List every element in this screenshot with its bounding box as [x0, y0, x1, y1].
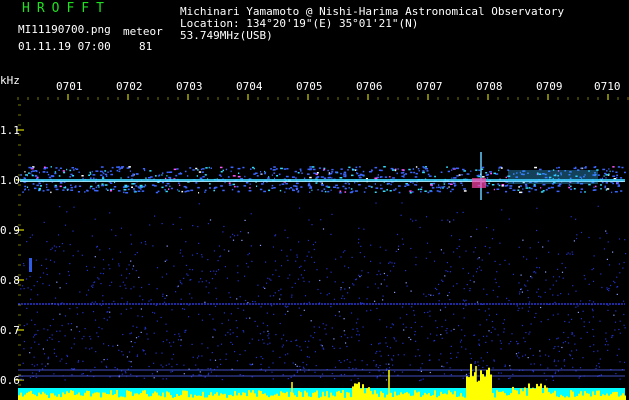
spectrogram-window: HROFFT MI11190700.png meteor 01.11.19 07…: [0, 0, 629, 400]
signal-strength-peaks: [18, 363, 626, 400]
time-tick-label: 0704: [236, 80, 263, 93]
time-tick-label: 0710: [594, 80, 621, 93]
spectrogram-plot: [16, 94, 629, 400]
time-tick-label: 0708: [476, 80, 503, 93]
time-tick-label: 0709: [536, 80, 563, 93]
frequency-tick-label: 0.6: [0, 374, 20, 387]
time-tick-label: 0706: [356, 80, 383, 93]
file-name: MI11190700.png: [18, 23, 111, 36]
time-tick-label: 0705: [296, 80, 323, 93]
observer-info: Michinari Yamamoto @ Nishi-Harima Astron…: [180, 5, 565, 18]
observation-datetime: 01.11.19 07:00: [18, 40, 111, 53]
frequency-tick-label: 1.0: [0, 174, 20, 187]
frequency-tick-label: 0.7: [0, 324, 20, 337]
time-tick-label: 0707: [416, 80, 443, 93]
meteor-echo-core: [472, 178, 486, 188]
frequency-unit-label: kHz: [0, 74, 20, 87]
time-tick-label: 0703: [176, 80, 203, 93]
frequency-info: 53.749MHz(USB): [180, 29, 273, 42]
location-info: Location: 134°20'19"(E) 35°01'21"(N): [180, 17, 419, 30]
app-brand: HROFFT: [22, 1, 111, 16]
frequency-tick-label: 1.1: [0, 124, 20, 137]
time-tick-label: 0702: [116, 80, 143, 93]
meteor-label: meteor: [123, 25, 163, 38]
meteor-count: 81: [139, 40, 153, 53]
echo-cluster: [508, 170, 598, 184]
left-echo: [29, 258, 32, 272]
time-tick-label: 0701: [56, 80, 83, 93]
frequency-tick-label: 0.8: [0, 274, 20, 287]
frequency-tick-label: 0.9: [0, 224, 20, 237]
noise-field: [20, 202, 627, 382]
